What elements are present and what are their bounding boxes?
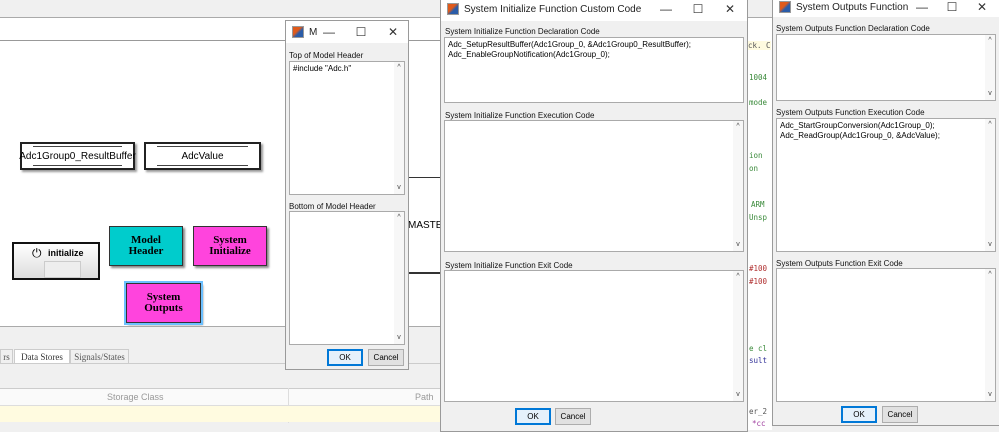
model-header-dialog: M — ☐ ✕ Top of Model Header #include "Ad…: [285, 20, 409, 370]
scrollbar[interactable]: ^ v: [394, 62, 404, 194]
power-icon: ⏻: [32, 246, 42, 260]
scrollbar[interactable]: ^ v: [733, 271, 743, 401]
matlab-icon: [447, 3, 459, 15]
maximize-button[interactable]: ☐: [683, 0, 713, 21]
tab-parameters[interactable]: rs: [0, 349, 13, 363]
close-button[interactable]: ✕: [967, 0, 997, 17]
data-store-result-buffer[interactable]: Adc1Group0_ResultBuffer: [19, 142, 136, 170]
system-initialize-dialog: System Initialize Function Custom Code —…: [440, 0, 748, 432]
exit-code-textarea[interactable]: ^ v: [776, 268, 996, 402]
cancel-button[interactable]: Cancel: [368, 349, 404, 366]
scrollbar[interactable]: ^ v: [394, 212, 404, 344]
system-initialize-block[interactable]: System Initialize: [193, 226, 267, 266]
scrollbar[interactable]: ^ v: [733, 121, 743, 251]
initialize-block[interactable]: ⏻ initialize: [12, 242, 100, 280]
execution-code-textarea[interactable]: ^ v: [444, 120, 744, 252]
cancel-button[interactable]: Cancel: [882, 406, 918, 423]
scrollbar[interactable]: ^ v: [985, 35, 995, 100]
top-of-header-textarea[interactable]: #include "Adc.h" ^ v: [289, 61, 405, 195]
tab-signals-states[interactable]: Signals/States: [70, 349, 129, 363]
title-bar[interactable]: M — ☐ ✕: [286, 21, 408, 43]
maximize-button[interactable]: ☐: [937, 0, 967, 17]
title-bar[interactable]: System Initialize Function Custom Code —…: [441, 0, 747, 21]
minimize-button[interactable]: —: [907, 0, 937, 17]
matlab-icon: [292, 26, 304, 38]
maximize-button[interactable]: ☐: [346, 21, 376, 43]
scrollbar[interactable]: ^ v: [985, 119, 995, 251]
system-outputs-block[interactable]: System Outputs: [124, 281, 203, 325]
data-store-adc-value[interactable]: AdcValue: [144, 142, 261, 170]
ok-button[interactable]: OK: [327, 349, 363, 366]
minimize-button[interactable]: —: [651, 0, 681, 21]
cancel-button[interactable]: Cancel: [555, 408, 591, 425]
system-outputs-dialog: System Outputs Function C... — ☐ ✕ Syste…: [772, 0, 999, 426]
close-button[interactable]: ✕: [715, 0, 745, 21]
model-header-block[interactable]: Model Header: [109, 226, 183, 266]
bottom-of-header-textarea[interactable]: ^ v: [289, 211, 405, 345]
subsystem-placeholder: [44, 261, 81, 278]
exit-code-textarea[interactable]: ^ v: [444, 270, 744, 402]
matlab-icon: [779, 1, 791, 13]
code-editor: ck. C 1004 mode ion on ARM Unsp #100 #10…: [748, 38, 772, 430]
close-button[interactable]: ✕: [378, 21, 408, 43]
execution-code-textarea[interactable]: Adc_StartGroupConversion(Adc1Group_0); A…: [776, 118, 996, 252]
title-bar[interactable]: System Outputs Function C... — ☐ ✕: [773, 0, 999, 17]
scrollbar[interactable]: ^ v: [985, 269, 995, 401]
ok-button[interactable]: OK: [841, 406, 877, 423]
declaration-code-textarea[interactable]: ^ v: [776, 34, 996, 101]
ok-button[interactable]: OK: [515, 408, 551, 425]
column-storage-class[interactable]: Storage Class: [107, 392, 164, 402]
master-block[interactable]: MASTER: [405, 177, 450, 274]
declaration-code-textarea[interactable]: Adc_SetupResultBuffer(Adc1Group_0, &Adc1…: [444, 37, 744, 103]
tab-data-stores[interactable]: Data Stores: [14, 349, 70, 363]
minimize-button[interactable]: —: [314, 21, 344, 43]
column-path[interactable]: Path: [415, 392, 434, 402]
